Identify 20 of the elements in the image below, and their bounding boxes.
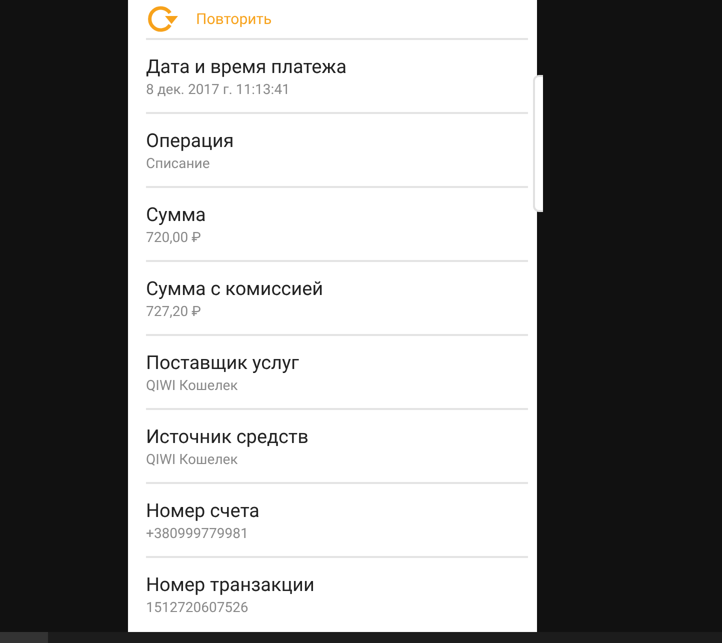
detail-value: QIWI Кошелек [146,451,238,470]
detail-value: 720,00 ₽ [146,229,201,248]
repeat-button[interactable]: Повторить [196,8,272,30]
detail-value: QIWI Кошелек [146,377,238,396]
refresh-icon [146,5,178,33]
detail-label: Сумма [146,202,206,228]
detail-value: +380999779981 [146,525,248,544]
detail-label: Операция [146,128,234,154]
detail-value: Списание [146,155,210,174]
taskbar-button[interactable] [0,632,48,643]
detail-label: Источник средств [146,424,308,450]
detail-label: Дата и время платежа [146,54,347,80]
detail-label: Поставщик услуг [146,350,299,376]
detail-value: 1512720607526 [146,599,248,618]
edge-handle[interactable] [533,75,543,212]
detail-label: Номер счета [146,498,260,524]
detail-value: 8 дек. 2017 г. 11:13:41 [146,81,290,100]
detail-label: Номер транзакции [146,572,314,598]
detail-label: Сумма с комиссией [146,276,324,302]
detail-value: 727,20 ₽ [146,303,201,322]
